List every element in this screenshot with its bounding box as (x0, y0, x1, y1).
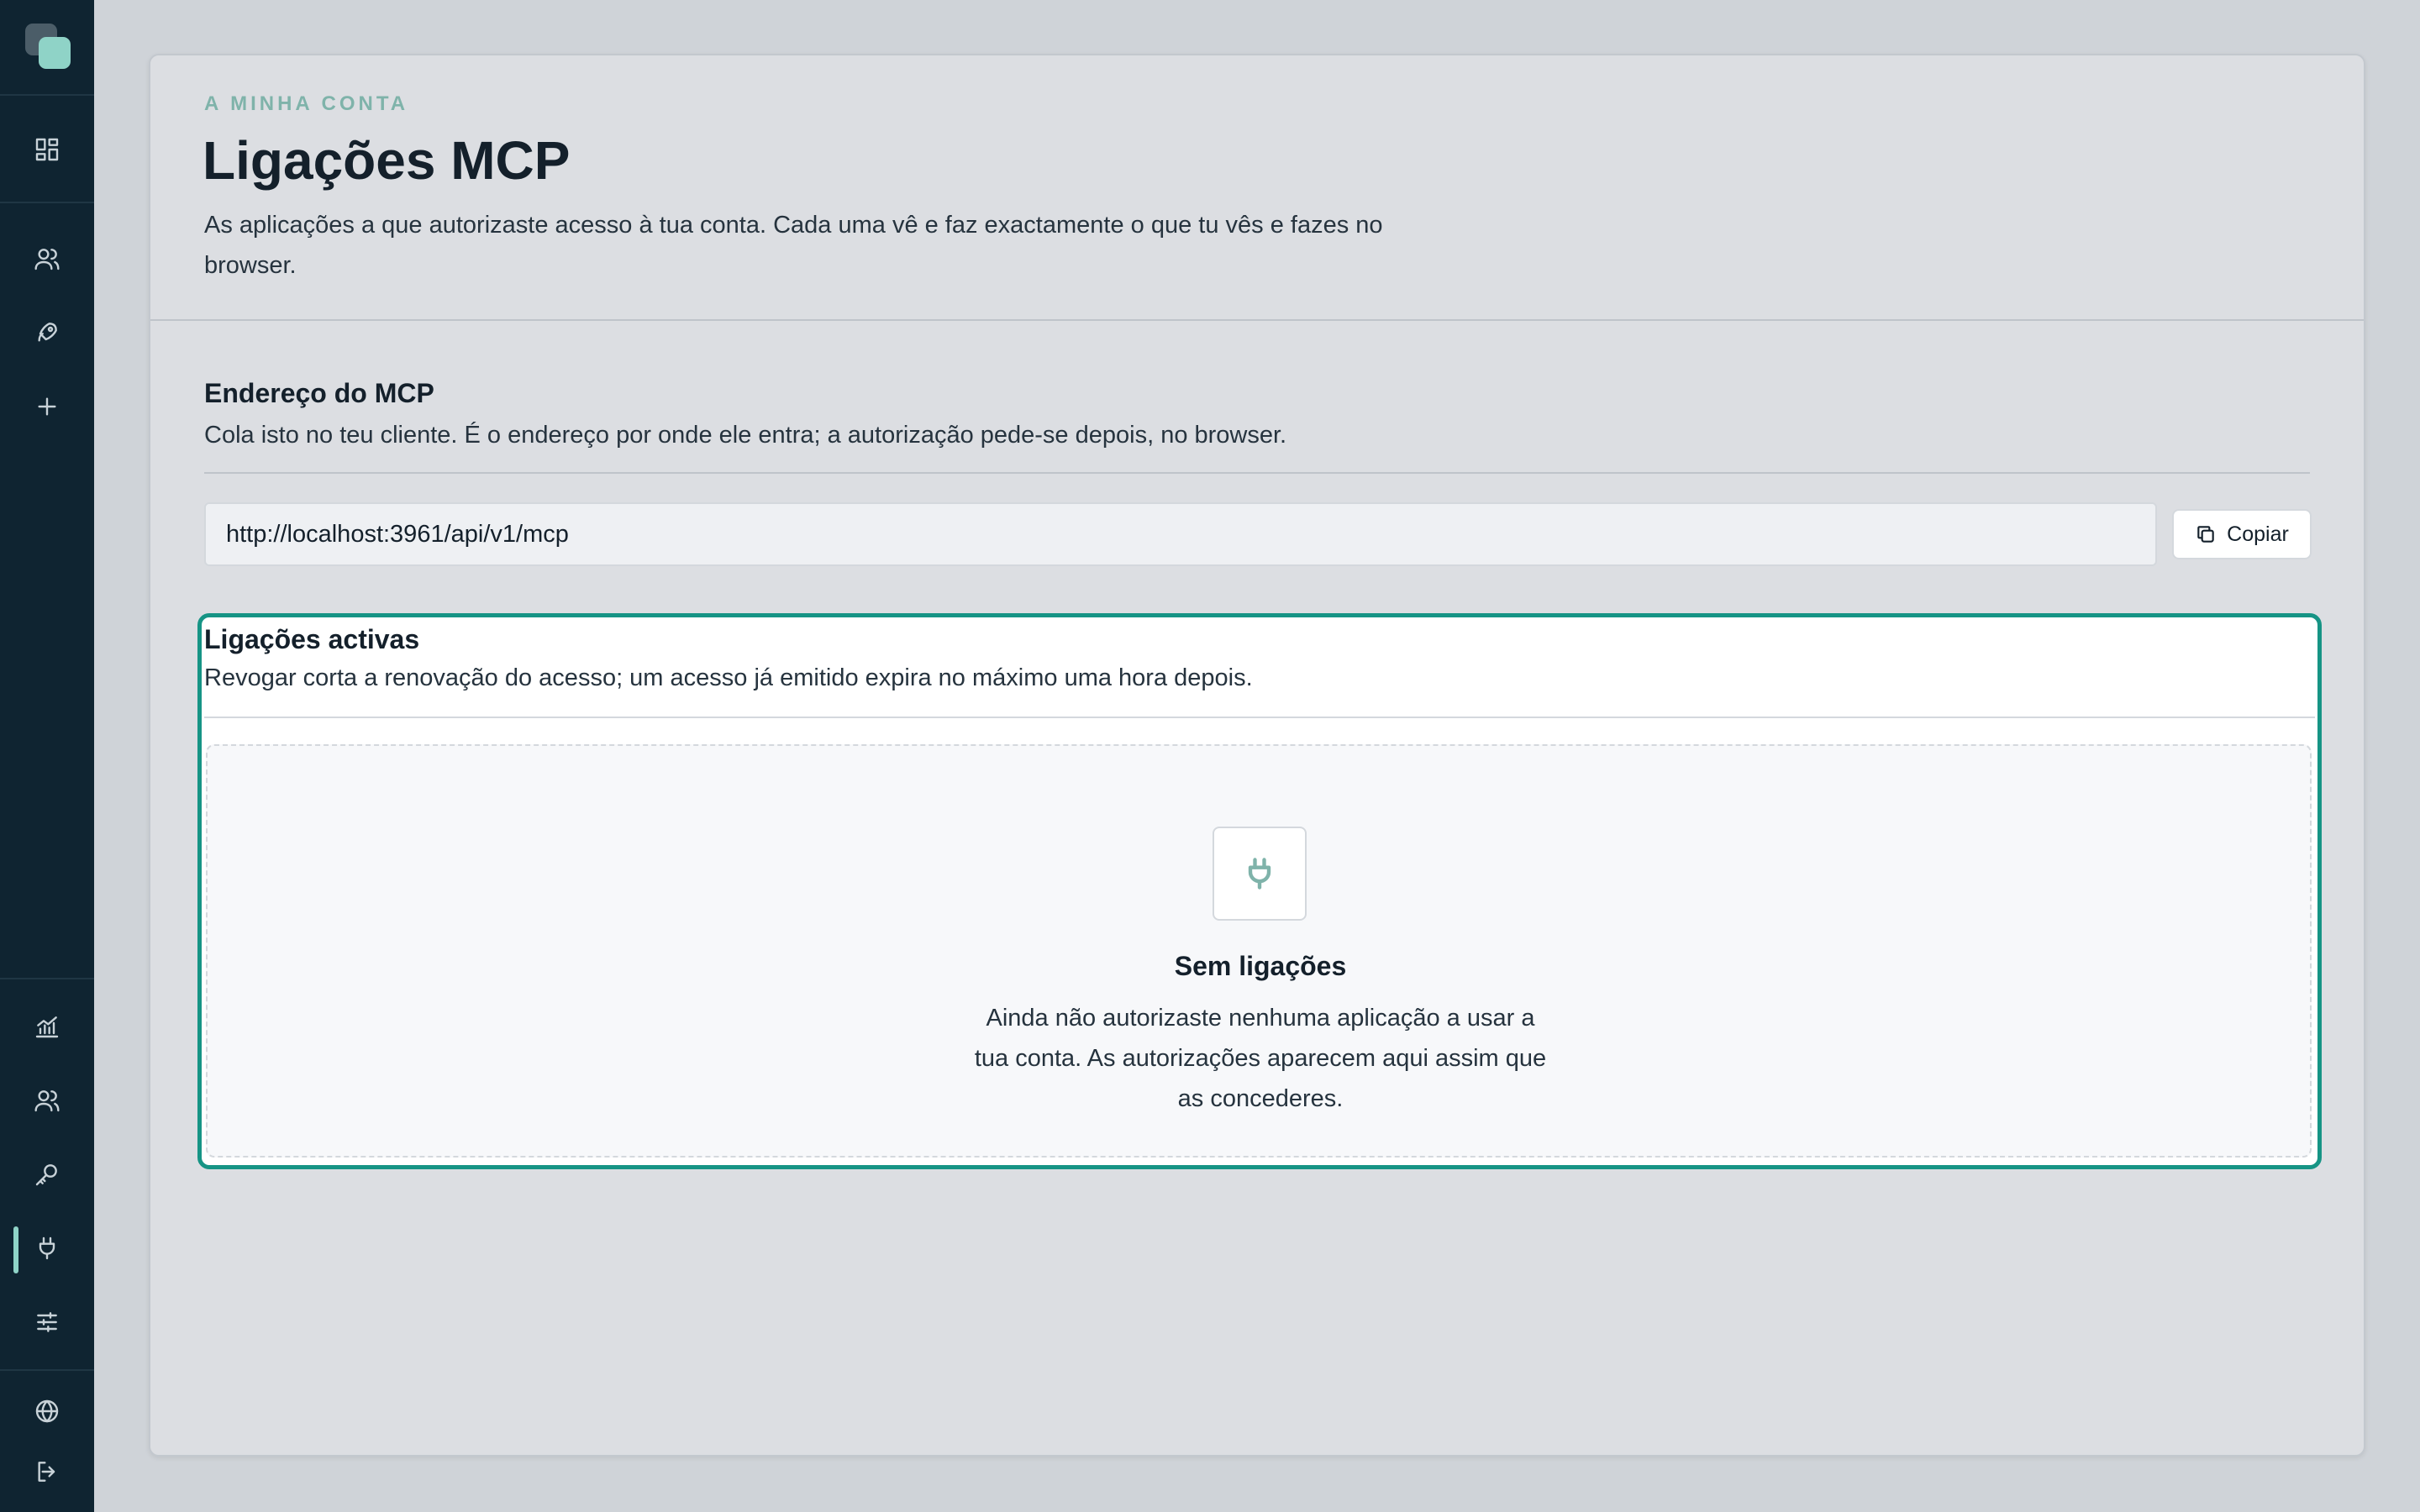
users-icon[interactable] (30, 1084, 64, 1117)
active-connections-title: Ligações activas (204, 624, 420, 654)
users-icon[interactable] (30, 242, 64, 276)
key-icon[interactable] (30, 1158, 64, 1191)
plug-icon (1248, 858, 1271, 890)
active-nav-indicator (13, 1226, 18, 1273)
chart-icon[interactable] (30, 1010, 64, 1043)
globe-icon[interactable] (30, 1394, 64, 1428)
active-connections-panel: Ligações activas Revogar corta a renovaç… (197, 613, 2322, 1169)
mcp-address-description: Cola isto no teu cliente. É o endereço p… (204, 422, 1287, 449)
empty-state: Sem ligações Ainda não autorizaste nenhu… (206, 744, 2312, 1158)
sidebar-divider (0, 94, 94, 96)
page-description: As aplicações a que autorizaste acesso à… (204, 212, 1383, 279)
main-card: A MINHA CONTA Ligações MCP As aplicações… (149, 54, 2365, 1457)
copy-button-label: Copiar (2227, 522, 2289, 546)
sidebar-divider (0, 978, 94, 979)
empty-state-description: Ainda não autorizaste nenhuma aplicação … (974, 1005, 1547, 1112)
plug-icon[interactable] (30, 1231, 64, 1265)
active-connections-description: Revogar corta a renovação do acesso; um … (204, 664, 1253, 691)
sidebar-divider (0, 202, 94, 203)
copy-button[interactable]: Copiar (2172, 509, 2312, 559)
sidebar-divider (0, 1369, 94, 1371)
logout-icon[interactable] (30, 1455, 64, 1488)
empty-state-icon-box (1213, 827, 1307, 921)
section-divider (204, 472, 2310, 474)
header-divider (150, 319, 2364, 321)
page-title: Ligações MCP (203, 130, 571, 191)
empty-state-title: Sem ligações (1174, 951, 1347, 981)
plus-icon[interactable] (30, 390, 64, 423)
mcp-url-field[interactable] (204, 502, 2157, 566)
dashboard-icon[interactable] (30, 133, 64, 166)
app-logo[interactable] (25, 24, 71, 69)
sidebar (0, 0, 94, 1512)
rocket-icon[interactable] (30, 316, 64, 349)
sliders-icon[interactable] (30, 1305, 64, 1339)
copy-icon (2197, 526, 2214, 543)
mcp-address-title: Endereço do MCP (204, 378, 434, 408)
section-divider (204, 717, 2315, 718)
eyebrow-label: A MINHA CONTA (204, 92, 409, 115)
